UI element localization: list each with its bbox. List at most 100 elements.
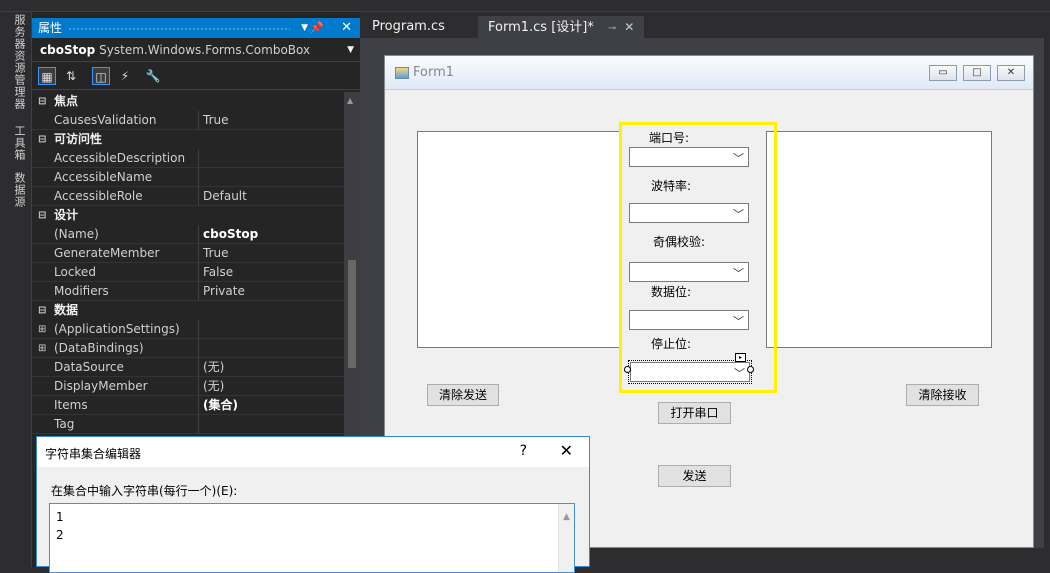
resize-handle-left[interactable] — [624, 366, 631, 373]
port-combo[interactable]: ﹀ — [629, 147, 749, 167]
dialog-instruction: 在集合中输入字符串(每行一个)(E): — [51, 484, 238, 498]
form-title-bar: Form1 ▭ □ ✕ — [385, 56, 1033, 90]
stopbits-combo[interactable]: ﹀ — [630, 362, 750, 382]
property-grid: ⊟ 焦点 CausesValidation True ⊟ 可访问性 AccessibleDe… — [32, 92, 344, 447]
property-row[interactable]: (Name) cboStop — [32, 225, 344, 244]
clear-receive-button[interactable]: 清除接收 — [906, 384, 979, 406]
category-label: 可访问性 — [54, 132, 103, 146]
pin-icon[interactable]: 📌 — [310, 18, 324, 38]
collapse-icon[interactable]: ⊟ — [38, 130, 46, 149]
chevron-down-icon: ﹀ — [733, 267, 744, 280]
chevron-down-icon: ﹀ — [733, 208, 744, 221]
property-value[interactable]: (无) — [203, 377, 224, 396]
dropdown-icon[interactable]: ▼ — [301, 18, 308, 38]
tab-form1-design[interactable]: Form1.cs [设计]* ⊸ ✕ — [478, 16, 645, 38]
property-row[interactable]: DataSource (无) — [32, 358, 344, 377]
property-row[interactable]: Tag — [32, 415, 344, 434]
property-row[interactable]: AccessibleRole Default — [32, 187, 344, 206]
collapse-icon[interactable]: ⊟ — [38, 301, 46, 320]
property-value[interactable]: (集合) — [203, 396, 238, 415]
minimize-button[interactable]: ▭ — [929, 65, 957, 81]
property-name: AccessibleRole — [54, 187, 199, 206]
server-explorer-tab[interactable]: 服务器资源管理器 — [9, 14, 26, 110]
scrollbar-thumb[interactable] — [348, 260, 356, 368]
property-row[interactable]: GenerateMember True — [32, 244, 344, 263]
parity-combo[interactable]: ﹀ — [629, 262, 749, 282]
expand-icon[interactable]: ⊞ — [38, 320, 46, 339]
close-button[interactable]: ✕ — [997, 65, 1025, 81]
expand-icon[interactable]: ⊞ — [38, 339, 46, 358]
categorized-icon[interactable]: ▦ — [38, 67, 56, 85]
properties-title-bar[interactable]: 属性 ▼ 📌 ✕ — [32, 18, 360, 38]
properties-icon[interactable]: ◫ — [92, 67, 110, 85]
category-label: 设计 — [54, 208, 79, 222]
string-line: 2 — [56, 528, 64, 542]
form-title: Form1 — [413, 65, 455, 80]
property-category[interactable]: ⊟ 焦点 — [32, 92, 344, 111]
close-button[interactable]: ✕ — [560, 441, 573, 460]
scroll-up-icon[interactable]: ▲ — [347, 96, 353, 105]
clear-send-button[interactable]: 清除发送 — [427, 384, 499, 406]
receive-textbox[interactable] — [766, 131, 992, 348]
property-category[interactable]: ⊟ 可访问性 — [32, 130, 344, 149]
properties-toolbar: ▦ ⇅ ◫ ⚡ 🔧 — [32, 62, 360, 90]
help-button[interactable]: ? — [520, 443, 527, 459]
property-row[interactable]: Locked False — [32, 263, 344, 282]
property-row[interactable]: Items (集合) — [32, 396, 344, 415]
databits-combo[interactable]: ﹀ — [629, 310, 749, 330]
property-value[interactable]: Default — [203, 187, 247, 206]
close-icon[interactable]: ✕ — [624, 20, 634, 34]
property-row[interactable]: ⊞ (ApplicationSettings) — [32, 320, 344, 339]
property-value[interactable]: True — [203, 244, 229, 263]
events-icon[interactable]: ⚡ — [116, 67, 134, 85]
collapse-icon[interactable]: ⊟ — [38, 92, 46, 111]
textarea-scrollbar[interactable]: ▲ — [558, 504, 574, 572]
property-name: Items — [54, 396, 199, 415]
resize-handle-right[interactable] — [747, 366, 754, 373]
baud-combo[interactable]: ﹀ — [629, 203, 749, 223]
property-value[interactable]: cboStop — [203, 225, 258, 244]
chevron-down-icon[interactable]: ▼ — [347, 38, 354, 62]
property-row[interactable]: AccessibleDescription — [32, 149, 344, 168]
property-row[interactable]: Modifiers Private — [32, 282, 344, 301]
property-grid-scrollbar[interactable]: ▲ — [344, 92, 360, 447]
property-row[interactable]: DisplayMember (无) — [32, 377, 344, 396]
property-name: AccessibleDescription — [54, 149, 199, 168]
property-row[interactable]: ⊞ (DataBindings) — [32, 339, 344, 358]
close-icon[interactable]: ✕ — [341, 18, 352, 38]
toolbox-tab[interactable]: 工具箱 — [9, 125, 26, 161]
scroll-up-icon[interactable]: ▲ — [563, 508, 570, 526]
property-row[interactable]: CausesValidation True — [32, 111, 344, 130]
property-name: CausesValidation — [54, 111, 199, 130]
send-button[interactable]: 发送 — [658, 465, 731, 487]
open-port-button[interactable]: 打开串口 — [658, 402, 731, 424]
property-value[interactable]: True — [203, 111, 229, 130]
strings-textarea[interactable]: 1 2 ▲ — [49, 503, 575, 573]
property-pages-icon[interactable]: 🔧 — [144, 67, 162, 85]
object-selector[interactable]: cboStop System.Windows.Forms.ComboBox ▼ — [32, 38, 360, 62]
property-name: Locked — [54, 263, 199, 282]
tab-program-cs[interactable]: Program.cs — [362, 16, 455, 38]
property-value[interactable]: (无) — [203, 358, 224, 377]
title-grip — [68, 27, 290, 31]
collapse-icon[interactable]: ⊟ — [38, 206, 46, 225]
property-value[interactable]: Private — [203, 282, 245, 301]
maximize-button[interactable]: □ — [963, 65, 991, 81]
tab-label: Form1.cs [设计]* — [488, 20, 594, 35]
property-name: (Name) — [54, 225, 199, 244]
side-tool-strip: 服务器资源管理器 工具箱 数据源 — [0, 12, 32, 567]
databits-label: 数据位: — [651, 285, 692, 299]
data-sources-tab[interactable]: 数据源 — [9, 172, 26, 208]
property-row[interactable]: AccessibleName — [32, 168, 344, 187]
pin-icon[interactable]: ⊸ — [608, 23, 616, 34]
property-value[interactable]: False — [203, 263, 233, 282]
form-icon — [395, 67, 409, 79]
smart-tag-icon[interactable]: ▸ — [735, 353, 746, 362]
alphabetical-icon[interactable]: ⇅ — [62, 67, 80, 85]
properties-title: 属性 — [38, 21, 63, 35]
property-name: DataSource — [54, 358, 199, 377]
property-category[interactable]: ⊟ 数据 — [32, 301, 344, 320]
send-textbox[interactable] — [417, 131, 622, 348]
property-name: Tag — [54, 415, 199, 434]
property-category[interactable]: ⊟ 设计 — [32, 206, 344, 225]
